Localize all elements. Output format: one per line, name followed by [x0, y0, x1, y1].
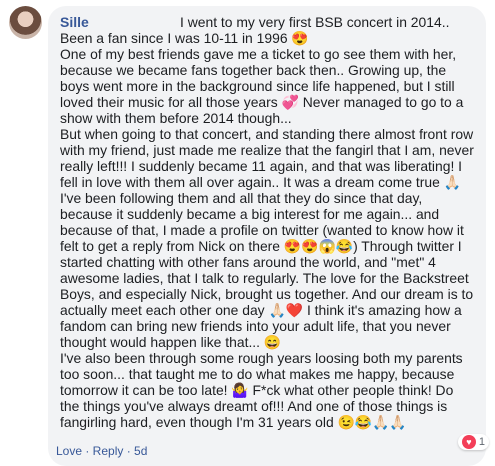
heart-reaction-icon: ♥: [461, 435, 476, 449]
comment-text: I went to my very first BSB concert in 2…: [60, 14, 474, 430]
comment-bubble: Sille I went to my very first BSB concer…: [48, 6, 486, 466]
avatar[interactable]: [9, 6, 42, 39]
comment-actions[interactable]: Love · Reply · 5d: [56, 444, 147, 458]
reaction-summary[interactable]: ♥ 1: [457, 434, 489, 450]
comment-author[interactable]: Sille: [60, 14, 89, 30]
reaction-count: 1: [478, 436, 485, 448]
